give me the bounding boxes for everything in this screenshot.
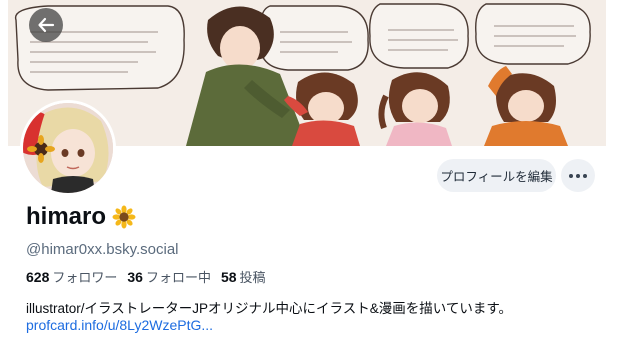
- profile-link[interactable]: profcard.info/u/8Ly2WzePtG...: [26, 317, 213, 333]
- more-options-button[interactable]: [561, 159, 595, 192]
- back-button[interactable]: [29, 8, 63, 42]
- arrow-left-icon: [38, 17, 55, 33]
- following-label: フォロー中: [145, 271, 211, 286]
- following-count: 36: [127, 269, 143, 285]
- profile-stats: 628 フォロワー 36 フォロー中 58 投稿: [26, 267, 266, 286]
- handle: @himar0xx.bsky.social: [26, 241, 179, 258]
- followers-count: 628: [26, 269, 50, 285]
- display-name: himaro: [26, 203, 107, 230]
- avatar[interactable]: [20, 100, 116, 196]
- avatar-illustration: [23, 103, 113, 193]
- bio-text: illustrator/イラストレーターJPオリジナル中心にイラスト&漫画を描い…: [26, 301, 512, 316]
- followers-label: フォロワー: [52, 271, 118, 286]
- followers-stat[interactable]: 628 フォロワー: [26, 267, 117, 286]
- posts-count: 58: [220, 269, 237, 285]
- edit-profile-button[interactable]: プロフィールを編集: [437, 159, 556, 192]
- sunflower-icon: [112, 205, 136, 229]
- posts-stat: 58 投稿: [221, 267, 266, 286]
- posts-label: 投稿: [239, 271, 266, 286]
- more-horizontal-icon: [569, 173, 587, 178]
- display-name-row: himaro: [26, 203, 136, 231]
- edit-profile-label: プロフィールを編集: [440, 169, 553, 184]
- following-stat[interactable]: 36 フォロー中: [127, 267, 211, 286]
